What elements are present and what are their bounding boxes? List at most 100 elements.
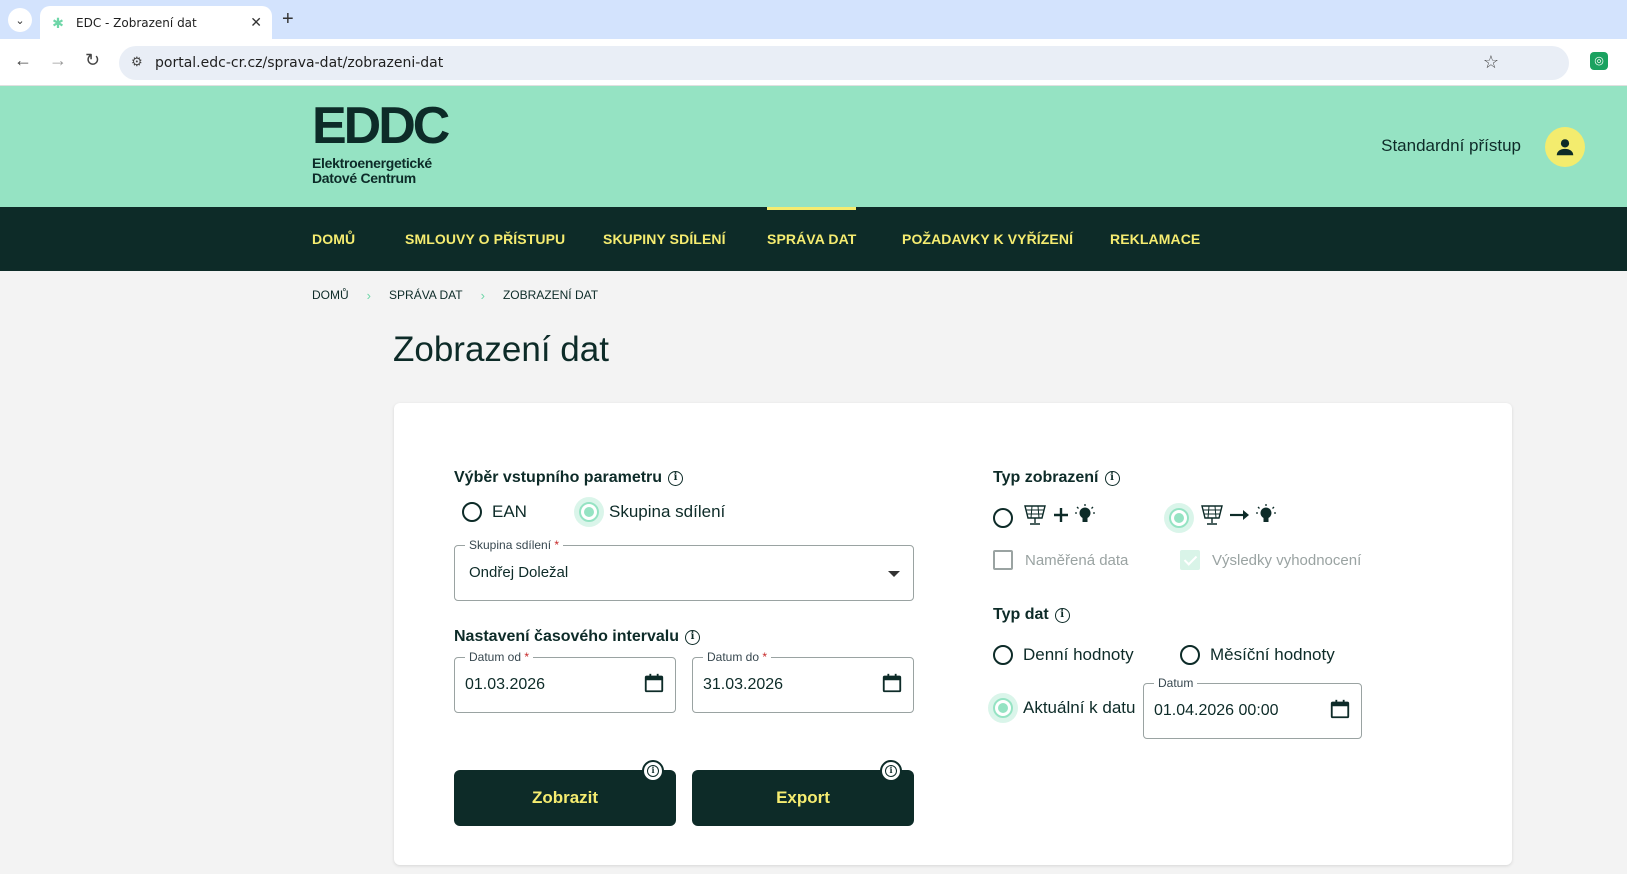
radio-ean[interactable]: EAN: [462, 502, 527, 522]
radio-sharing-group[interactable]: Skupina sdílení: [579, 502, 725, 522]
logo-mark: EDDC: [312, 97, 450, 155]
user-icon: [1556, 139, 1574, 156]
forward-icon[interactable]: →: [49, 50, 67, 71]
evaluation-pictogram: [1199, 503, 1277, 527]
checkbox-box-checked: [1180, 550, 1200, 570]
site-header: EDDC Elektroenergetické Datové Centrum S…: [0, 86, 1627, 207]
show-button-label: Zobrazit: [531, 788, 599, 807]
new-tab-icon[interactable]: +: [282, 8, 294, 31]
breadcrumb-home[interactable]: DOMŮ: [312, 288, 349, 303]
date-to-value: 31.03.2026: [703, 676, 784, 693]
radio-circle-selected: [579, 502, 599, 522]
edc-logo[interactable]: EDDC Elektroenergetické Datové Centrum: [312, 97, 450, 186]
checkbox-evaluation-results[interactable]: Výsledky vyhodnocení: [1180, 550, 1361, 570]
chevron-right-icon: ›: [366, 288, 372, 303]
date-from-value: 01.03.2026: [465, 676, 546, 693]
export-button[interactable]: Export i: [692, 760, 914, 826]
logo-line-2: Datové Centrum: [312, 170, 416, 186]
checkbox-evaluation-label: Výsledky vyhodnocení: [1212, 551, 1362, 569]
checkbox-measured-label: Naměřená data: [1025, 551, 1129, 569]
edc-favicon-icon: ✱: [52, 14, 64, 31]
radio-circle-selected: [1169, 508, 1189, 528]
info-icon[interactable]: i: [1104, 470, 1120, 486]
data-view-form-card: Výběr vstupního parametru i EAN Skupina …: [394, 403, 1512, 865]
nav-item-complaints[interactable]: REKLAMACE: [1110, 207, 1200, 271]
info-icon[interactable]: i: [668, 470, 684, 486]
date-to-label: Datum do *: [703, 650, 772, 664]
sharing-group-select[interactable]: Skupina sdílení * Ondřej Doležal: [454, 538, 914, 601]
tab-close-icon[interactable]: ✕: [250, 14, 262, 31]
reload-icon[interactable]: ↻: [85, 50, 100, 71]
user-avatar[interactable]: [1545, 127, 1585, 167]
nav-item-sharing-groups[interactable]: SKUPINY SDÍLENÍ: [603, 207, 726, 271]
address-bar[interactable]: ⚙ portal.edc-cr.cz/sprava-dat/zobrazeni-…: [119, 46, 1569, 80]
main-nav: DOMŮ SMLOUVY O PŘÍSTUPU SKUPINY SDÍLENÍ …: [0, 207, 1627, 271]
breadcrumb-data-management[interactable]: SPRÁVA DAT: [389, 288, 463, 303]
nav-item-data-management[interactable]: SPRÁVA DAT: [767, 207, 857, 271]
radio-monthly-values[interactable]: Měsíční hodnoty: [1180, 645, 1335, 665]
radio-circle: [993, 508, 1013, 528]
input-param-label: Výběr vstupního parametru: [454, 469, 663, 486]
url-text: portal.edc-cr.cz/sprava-dat/zobrazeni-da…: [155, 55, 444, 71]
date-from-label: Datum od *: [465, 650, 534, 664]
measured-pictogram: [1022, 503, 1096, 527]
extension-icon[interactable]: ◎: [1590, 52, 1608, 70]
page-title: Zobrazení dat: [393, 330, 609, 369]
logo-line-1: Elektroenergetické: [312, 155, 432, 171]
radio-circle: [993, 645, 1013, 665]
solar-panel-icon: [1024, 505, 1046, 525]
nav-item-pending-requests[interactable]: POŽADAVKY K VYŘÍZENÍ: [902, 207, 1073, 271]
radio-daily-values[interactable]: Denní hodnoty: [993, 645, 1134, 665]
bookmark-star-icon[interactable]: ☆: [1483, 52, 1499, 73]
lightbulb-icon: [1256, 504, 1276, 522]
sharing-group-value: Ondřej Doležal: [469, 564, 569, 581]
plus-icon: [1054, 508, 1068, 522]
nav-item-home[interactable]: DOMŮ: [312, 207, 355, 271]
radio-ean-label: EAN: [492, 502, 527, 521]
info-icon[interactable]: i: [1054, 607, 1070, 623]
info-icon[interactable]: i: [684, 629, 700, 645]
browser-tab[interactable]: ✱ EDC - Zobrazení dat ✕: [40, 6, 272, 39]
checkbox-measured-data[interactable]: Naměřená data: [993, 550, 1128, 570]
date-from-field[interactable]: Datum od * 01.03.2026: [454, 650, 676, 713]
input-param-section-label: Výběr vstupního parametru i: [454, 469, 684, 487]
browser-tab-strip: ⌄ ✱ EDC - Zobrazení dat ✕ +: [0, 0, 1627, 39]
radio-current-label: Aktuální k datu: [1023, 698, 1136, 717]
date-to-field[interactable]: Datum do * 31.03.2026: [692, 650, 914, 713]
data-type-section-label: Typ dat i: [993, 606, 1070, 624]
info-badge-icon[interactable]: i: [880, 760, 902, 782]
nav-item-access-contracts[interactable]: SMLOUVY O PŘÍSTUPU: [405, 207, 565, 271]
solar-panel-icon: [1201, 505, 1223, 525]
sharing-group-select-label: Skupina sdílení *: [465, 538, 564, 552]
site-info-icon[interactable]: ⚙: [131, 54, 143, 70]
radio-current-to-date[interactable]: Aktuální k datu: [993, 698, 1135, 718]
calendar-icon[interactable]: [881, 672, 903, 694]
arrow-right-icon: [1230, 510, 1249, 520]
show-button[interactable]: Zobrazit i: [454, 760, 676, 826]
as-of-date-value: 01.04.2026 00:00: [1154, 702, 1279, 719]
radio-sharing-group-label: Skupina sdílení: [609, 502, 726, 521]
as-of-date-field[interactable]: Datum 01.04.2026 00:00: [1143, 676, 1362, 739]
calendar-icon[interactable]: [643, 672, 665, 694]
radio-circle: [1180, 645, 1200, 665]
dropdown-caret-icon: [888, 571, 900, 577]
radio-circle-selected: [993, 698, 1013, 718]
access-level-label: Standardní přístup: [1381, 136, 1521, 155]
radio-display-evaluation[interactable]: [1169, 508, 1189, 528]
radio-daily-label: Denní hodnoty: [1023, 645, 1134, 664]
radio-display-measured[interactable]: [993, 508, 1013, 528]
as-of-date-label: Datum: [1154, 676, 1198, 690]
breadcrumb-current: ZOBRAZENÍ DAT: [502, 288, 599, 302]
back-icon[interactable]: ←: [14, 50, 32, 71]
calendar-icon[interactable]: [1329, 698, 1351, 720]
lightbulb-icon: [1075, 504, 1095, 522]
info-badge-icon[interactable]: i: [642, 760, 664, 782]
tab-search-icon[interactable]: ⌄: [8, 8, 32, 32]
radio-monthly-label: Měsíční hodnoty: [1210, 645, 1335, 664]
breadcrumb: DOMŮ › SPRÁVA DAT › ZOBRAZENÍ DAT: [312, 288, 598, 303]
tab-title: EDC - Zobrazení dat: [76, 15, 197, 30]
display-type-section-label: Typ zobrazení i: [993, 469, 1120, 487]
chevron-right-icon: ›: [480, 288, 485, 303]
data-type-label: Typ dat: [993, 606, 1049, 623]
checkbox-box: [993, 550, 1013, 570]
